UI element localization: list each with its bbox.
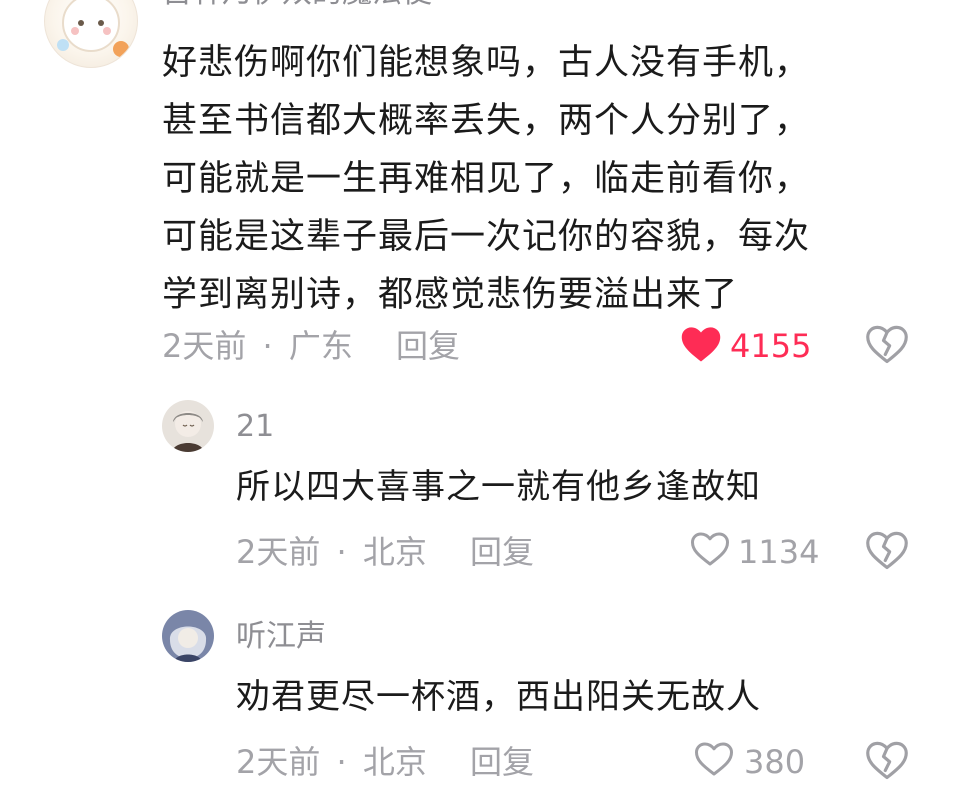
meta-separator: · xyxy=(262,327,273,365)
heart-filled-icon xyxy=(681,327,721,362)
main-comment-avatar[interactable] xyxy=(44,0,138,68)
like-count: 380 xyxy=(744,743,806,781)
reply-button[interactable]: 回复 xyxy=(396,330,460,362)
dislike-button[interactable] xyxy=(866,324,908,364)
avatar-illustration xyxy=(162,610,214,662)
comment-time: 2天前 xyxy=(236,533,321,571)
reply-button[interactable]: 回复 xyxy=(470,746,534,778)
broken-heart-icon xyxy=(866,325,908,364)
dislike-button[interactable] xyxy=(866,530,908,570)
heart-outline-icon xyxy=(691,532,729,566)
avatar-illustration xyxy=(162,400,214,452)
comment-time: 2天前 xyxy=(162,327,247,365)
main-comment-meta: 2天前 · 广东 xyxy=(162,330,353,362)
comment-location: 广东 xyxy=(288,327,353,365)
comment-location: 北京 xyxy=(362,533,427,571)
comment-location: 北京 xyxy=(362,743,427,781)
main-comment-author[interactable]: 古林乃伊双的魔法使 xyxy=(162,0,432,8)
like-button[interactable] xyxy=(694,740,734,778)
reply-button[interactable]: 回复 xyxy=(470,536,534,568)
reply-author[interactable]: 听江声 xyxy=(236,622,326,652)
reply-avatar[interactable] xyxy=(162,610,214,662)
heart-outline-icon xyxy=(695,742,733,776)
like-count: 4155 xyxy=(730,327,812,365)
reply-text: 所以四大喜事之一就有他乡逢故知 xyxy=(236,467,761,507)
main-comment-text: 好悲伤啊你们能想象吗，古人没有手机， 甚至书信都大概率丢失，两个人分别了， 可能… xyxy=(162,43,811,315)
broken-heart-icon xyxy=(866,741,908,780)
reply-meta: 2天前 · 北京 xyxy=(236,536,427,568)
reply-avatar[interactable] xyxy=(162,400,214,452)
reply-meta: 2天前 · 北京 xyxy=(236,746,427,778)
reply-author[interactable]: 21 xyxy=(236,412,274,442)
avatar-illustration xyxy=(57,0,129,57)
broken-heart-icon xyxy=(866,531,908,570)
meta-separator: · xyxy=(336,743,347,781)
like-button[interactable] xyxy=(680,324,722,364)
dislike-button[interactable] xyxy=(866,740,908,780)
comment-time: 2天前 xyxy=(236,743,321,781)
like-count: 1134 xyxy=(738,533,820,571)
reply-text: 劝君更尽一杯酒，西出阳关无故人 xyxy=(236,677,761,717)
like-button[interactable] xyxy=(690,530,730,568)
meta-separator: · xyxy=(336,533,347,571)
